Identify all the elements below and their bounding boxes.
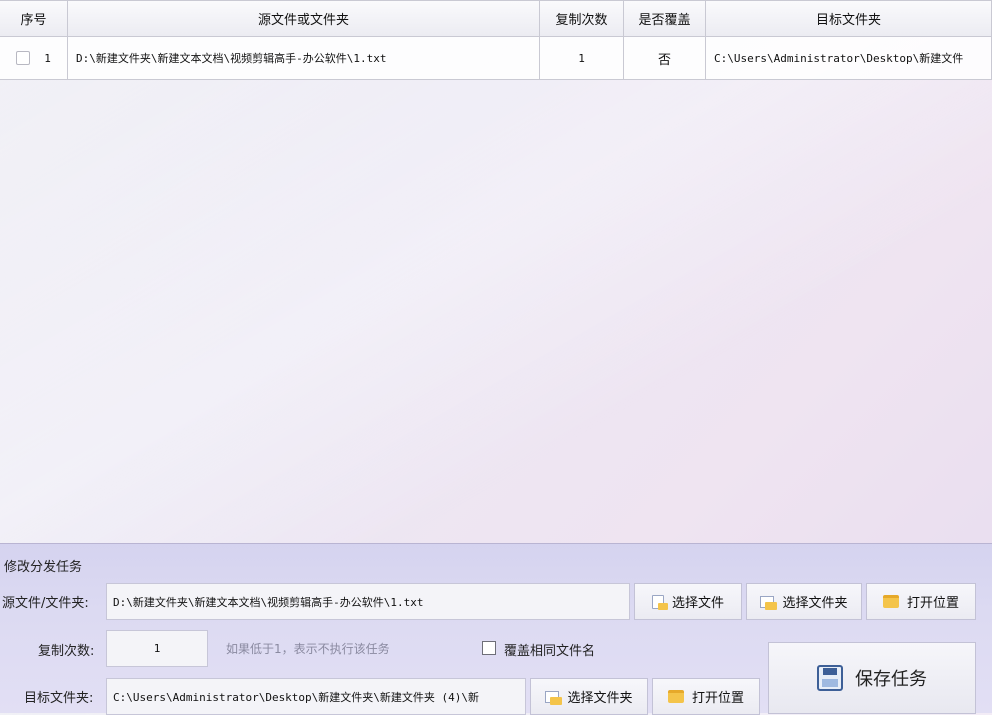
panel-title: 修改分发任务	[4, 560, 83, 575]
select-file-button[interactable]: 选择文件	[634, 583, 742, 620]
overwrite-label[interactable]: 覆盖相同文件名	[504, 640, 595, 659]
target-select-folder-label: 选择文件夹	[567, 691, 633, 706]
row-overwrite: 否	[624, 37, 706, 80]
open-location-label: 打开位置	[906, 596, 959, 611]
target-open-location-button[interactable]: 打开位置	[652, 678, 760, 715]
save-disk-icon	[817, 665, 843, 691]
select-folder-button[interactable]: 选择文件夹	[746, 583, 862, 620]
header-source[interactable]: 源文件或文件夹	[68, 1, 540, 37]
table-row[interactable]: 1 D:\新建文件夹\新建文本文档\视频剪辑高手-办公软件\1.txt 1 否 …	[0, 37, 992, 80]
select-file-label: 选择文件	[671, 596, 724, 611]
row-source: D:\新建文件夹\新建文本文档\视频剪辑高手-办公软件\1.txt	[68, 37, 540, 80]
target-open-location-label: 打开位置	[691, 691, 744, 706]
source-input[interactable]: D:\新建文件夹\新建文本文档\视频剪辑高手-办公软件\1.txt	[106, 583, 630, 620]
edit-task-panel: 修改分发任务 源文件/文件夹: D:\新建文件夹\新建文本文档\视频剪辑高手-办…	[0, 543, 992, 715]
open-location-button[interactable]: 打开位置	[866, 583, 976, 620]
header-copies[interactable]: 复制次数	[540, 1, 624, 37]
app-window: 序号 源文件或文件夹 复制次数 是否覆盖 目标文件夹 1 D:\新建文件夹\新建…	[0, 0, 992, 715]
header-index[interactable]: 序号	[0, 1, 68, 37]
target-label: 目标文件夹:	[24, 691, 94, 706]
row-index-cell: 1	[0, 37, 68, 80]
folder-search-icon	[760, 595, 778, 610]
select-folder-label: 选择文件夹	[782, 596, 848, 611]
row-copies: 1	[540, 37, 624, 80]
overwrite-checkbox[interactable]	[482, 641, 496, 655]
save-task-label: 保存任务	[855, 669, 927, 690]
target-input[interactable]: C:\Users\Administrator\Desktop\新建文件夹\新建文…	[106, 678, 526, 715]
table-header: 序号 源文件或文件夹 复制次数 是否覆盖 目标文件夹	[0, 0, 992, 37]
source-label: 源文件/文件夹:	[2, 596, 89, 611]
header-target[interactable]: 目标文件夹	[706, 1, 992, 37]
file-icon	[651, 594, 668, 610]
save-task-button[interactable]: 保存任务	[768, 642, 976, 714]
folder-icon	[882, 595, 899, 608]
row-index: 1	[44, 51, 51, 65]
copies-input[interactable]: 1	[106, 630, 208, 667]
copies-hint: 如果低于1，表示不执行该任务	[226, 642, 390, 656]
folder-search-icon	[545, 690, 563, 705]
target-select-folder-button[interactable]: 选择文件夹	[530, 678, 648, 715]
header-overwrite[interactable]: 是否覆盖	[624, 1, 706, 37]
copies-label: 复制次数:	[38, 644, 95, 659]
row-checkbox[interactable]	[16, 51, 31, 65]
row-target: C:\Users\Administrator\Desktop\新建文件	[706, 37, 992, 80]
folder-icon	[667, 690, 684, 703]
